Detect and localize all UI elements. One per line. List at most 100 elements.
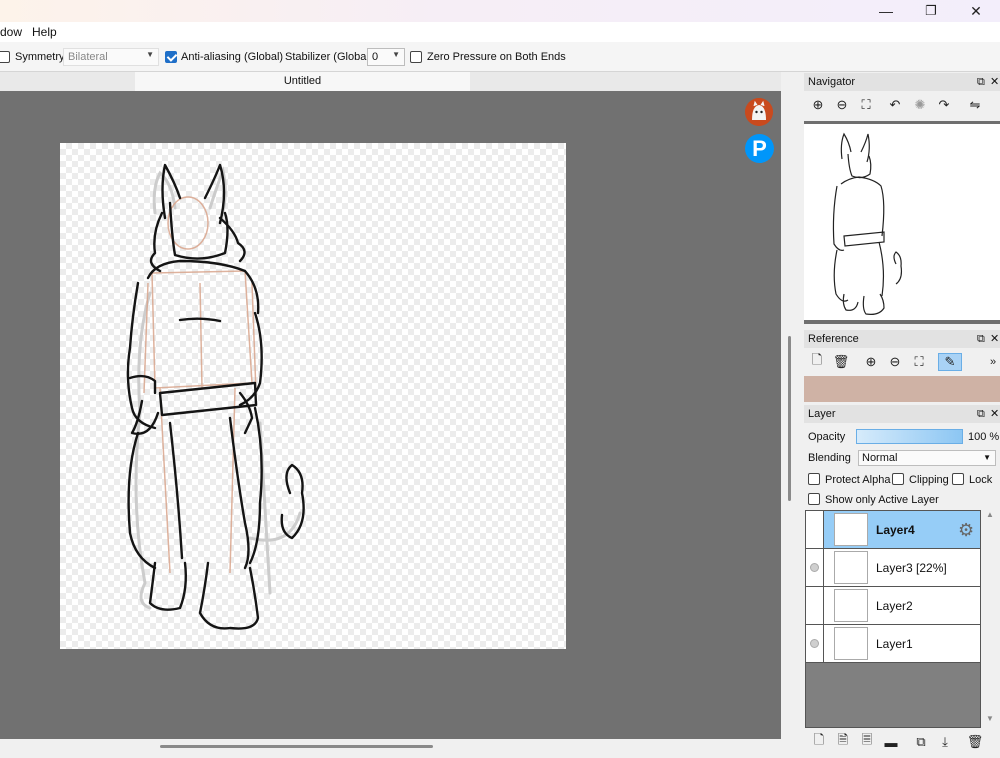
opacity-slider[interactable] [856,429,963,444]
stabilizer-select[interactable]: 0 ▼ [367,48,405,66]
chevron-down-icon: ▼ [392,50,400,59]
close-button[interactable]: ✕ [953,0,999,22]
close-icon[interactable]: ✕ [990,73,999,91]
zero-pressure-checkbox[interactable] [410,42,422,72]
zoom-in-icon[interactable]: ⊕ [809,96,827,114]
layer-name: Layer1 [876,637,913,651]
delete-icon[interactable]: 🗑 [832,353,850,371]
layer-name: Layer2 [876,599,913,613]
scrollbar-thumb[interactable] [160,745,433,748]
close-icon[interactable]: ✕ [990,330,999,348]
scroll-up-icon[interactable]: ▲ [986,510,994,519]
avatar [745,98,773,126]
reference-toolbar: 🗋 🗑 ⊕ ⊖ ⛶ ✎ » [804,351,1000,373]
visibility-toggle[interactable] [806,549,824,586]
visibility-dot-icon [810,563,819,572]
reset-rotation-icon[interactable]: ✺ [911,96,929,114]
layer-list-scrollbar[interactable]: ▲ ▼ [983,510,997,728]
scrollbar-thumb[interactable] [788,336,791,501]
duplicate-icon[interactable]: ⧉ [912,733,930,751]
flip-icon[interactable]: ⇋ [966,96,984,114]
symmetry-checkbox[interactable] [0,42,10,72]
delete-layer-icon[interactable]: 🗑 [966,733,984,751]
layer-row[interactable]: Layer1 [806,625,980,663]
menu-item-window[interactable]: dow [0,25,22,39]
undock-icon[interactable]: ⧉ [977,405,985,423]
user-avatar-button[interactable] [745,98,773,126]
undock-icon[interactable]: ⧉ [977,73,985,91]
zoom-out-icon[interactable]: ⊖ [886,353,904,371]
new-raster-icon[interactable]: 🗎 [834,732,852,751]
rotate-right-icon[interactable]: ↷ [935,96,953,114]
new-folder-icon[interactable]: ▬ [882,733,900,751]
clipping-checkbox[interactable] [892,473,904,485]
title-bar: — ❐ ✕ [0,0,1000,22]
fit-icon[interactable]: ⛶ [857,96,875,114]
zoom-in-icon[interactable]: ⊕ [862,353,880,371]
navigator-thumbnail [832,132,903,315]
opacity-label: Opacity [808,431,846,443]
reference-panel-header: Reference ⧉ ✕ [804,330,1000,348]
visibility-toggle[interactable] [806,587,824,624]
protect-alpha-label: Protect Alpha [825,474,891,486]
chevron-down-icon: ▼ [983,453,991,462]
fit-icon[interactable]: ⛶ [910,353,928,371]
drawing-canvas[interactable] [60,143,566,649]
canvas-horizontal-scrollbar[interactable] [0,739,793,758]
visibility-toggle[interactable] [806,625,824,662]
document-tab-bar: Untitled [0,72,781,91]
show-only-active-checkbox[interactable] [808,493,820,505]
stabilizer-label: Stabilizer (Global) [285,51,373,63]
new-vector-icon[interactable]: 🗏 [858,732,876,751]
navigator-panel-header: Navigator ⧉ ✕ [804,73,1000,91]
pixiv-icon[interactable]: P [745,134,774,163]
navigator-title: Navigator [808,76,856,88]
layer-thumbnail [834,627,868,660]
protect-alpha-checkbox[interactable] [808,473,820,485]
layer-row[interactable]: Layer3 [22%] [806,549,980,587]
reference-color-swatch[interactable] [804,376,1000,402]
new-layer-icon[interactable]: 🗋 [810,732,828,751]
new-icon[interactable]: 🗋 [808,352,826,371]
gear-icon[interactable]: ⚙ [958,520,974,541]
layer-title: Layer [808,408,836,420]
rotate-left-icon[interactable]: ↶ [886,96,904,114]
stabilizer-value: 0 [372,51,379,63]
canvas-vertical-scrollbar[interactable] [781,91,793,739]
undock-icon[interactable]: ⧉ [977,330,985,348]
layer-name: Layer4 [876,523,915,537]
layer-thumbnail [834,551,868,584]
navigator-preview[interactable] [804,121,1000,324]
lock-checkbox[interactable] [952,473,964,485]
visibility-toggle[interactable] [806,511,824,548]
chevron-down-icon: ▼ [146,50,154,59]
zero-pressure-label: Zero Pressure on Both Ends [427,51,566,63]
menu-bar: dow Help [0,22,1000,42]
symmetry-select[interactable]: Bilateral ▼ [63,48,159,66]
layer-actions-bar: 🗋 🗎 🗏 ▬ ⧉ ⤓ 🗑 [804,731,1000,753]
symmetry-value: Bilateral [68,51,108,63]
blending-select[interactable]: Normal ▼ [858,450,996,466]
show-only-active-label: Show only Active Layer [825,494,939,506]
antialias-checkbox[interactable] [165,42,177,72]
navigator-toolbar: ⊕ ⊖ ⛶ ↶ ✺ ↷ ⇋ [804,94,1000,116]
zoom-out-icon[interactable]: ⊖ [833,96,851,114]
restore-button[interactable]: ❐ [908,0,954,22]
layer-name: Layer3 [22%] [876,561,947,575]
opacity-value: 100 % [968,431,1000,443]
clipping-label: Clipping [909,474,949,486]
layer-row[interactable]: Layer2 [806,587,980,625]
layer-list: Layer4 ⚙ Layer3 [22%] Layer2 Layer1 [805,510,981,728]
menu-item-help[interactable]: Help [32,25,57,39]
minimize-button[interactable]: — [863,0,909,22]
blending-label: Blending [808,452,851,464]
tab-untitled[interactable]: Untitled [135,72,470,91]
sketch-artwork [126,163,305,630]
eyedropper-icon[interactable]: ✎ [938,353,962,371]
more-icon[interactable]: » [984,353,1000,371]
close-icon[interactable]: ✕ [990,405,999,423]
merge-down-icon[interactable]: ⤓ [936,733,954,751]
scroll-down-icon[interactable]: ▼ [986,714,994,723]
canvas-workspace[interactable] [0,91,781,739]
layer-row[interactable]: Layer4 ⚙ [806,511,980,549]
